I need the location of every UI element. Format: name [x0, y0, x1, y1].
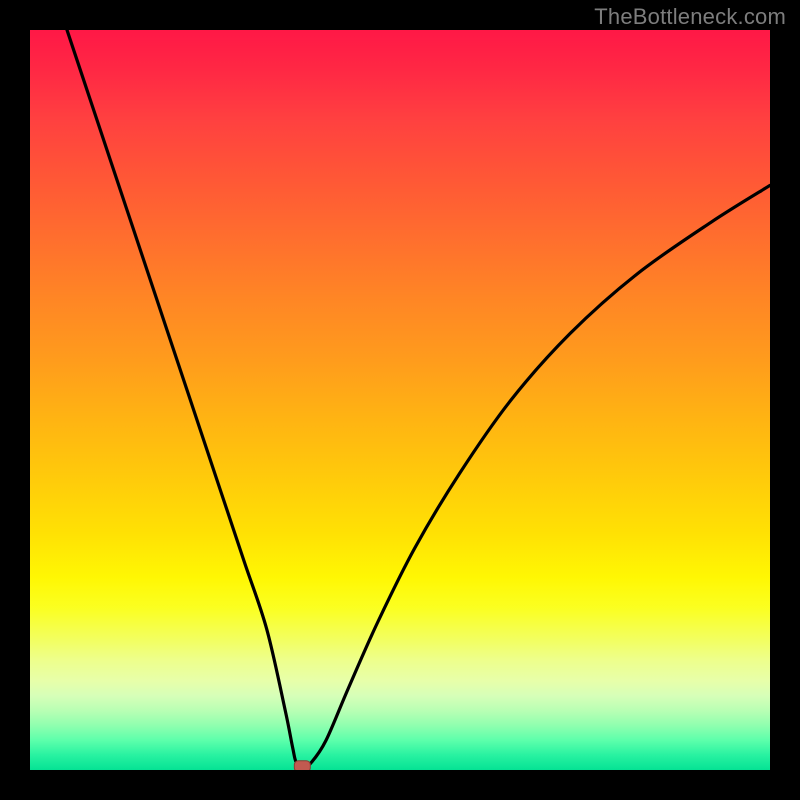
- optimum-marker: [294, 761, 310, 770]
- watermark-text: TheBottleneck.com: [594, 4, 786, 30]
- curve-layer: [30, 30, 770, 770]
- plot-area: [30, 30, 770, 770]
- bottleneck-curve: [67, 30, 770, 766]
- chart-frame: TheBottleneck.com: [0, 0, 800, 800]
